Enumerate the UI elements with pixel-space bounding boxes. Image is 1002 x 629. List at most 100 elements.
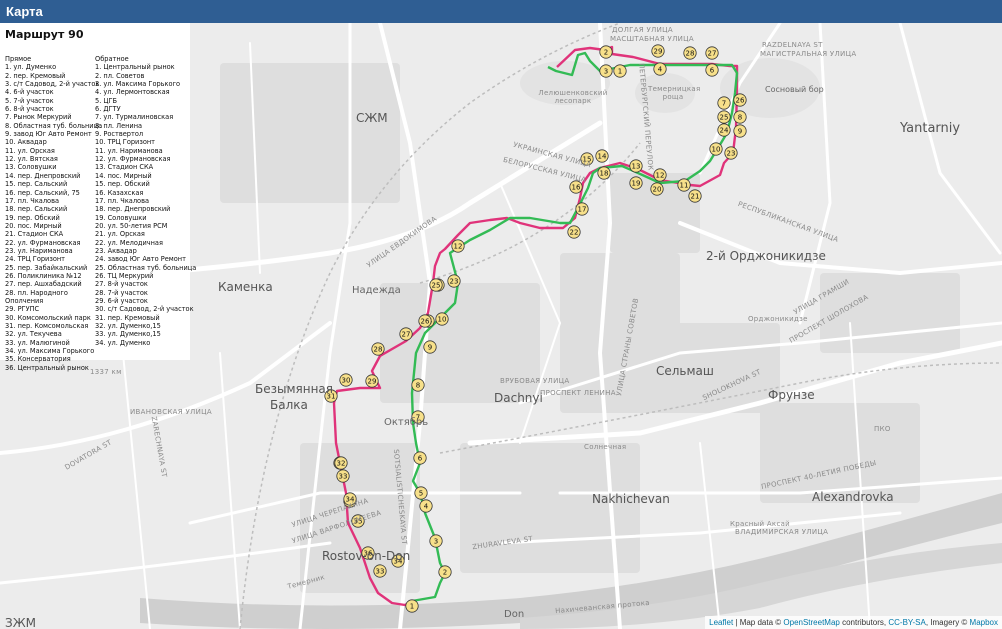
stop-list-item[interactable]: 22. ул. Мелодичная: [95, 239, 196, 247]
stop-marker[interactable]: 11: [677, 178, 691, 192]
stop-list-item[interactable]: 19. пер. Обский: [5, 214, 102, 222]
stop-marker[interactable]: 28: [371, 342, 385, 356]
stop-list-item[interactable]: 21. Стадион СКА: [5, 230, 102, 238]
stop-list-item[interactable]: 29. 6-й участок: [95, 297, 196, 305]
stop-list-item[interactable]: 24. завод Юг Авто Ремонт: [95, 255, 196, 263]
stop-list-item[interactable]: 9. завод Юг Авто Ремонт: [5, 130, 102, 138]
stop-list-item[interactable]: 6. 8-й участок: [5, 105, 102, 113]
ccbysa-link[interactable]: CC-BY-SA: [888, 618, 926, 627]
stop-marker[interactable]: 8: [411, 378, 425, 392]
stop-marker[interactable]: 8: [733, 110, 747, 124]
stop-list-item[interactable]: 8. пл. Ленина: [95, 122, 196, 130]
stop-marker[interactable]: 29: [651, 44, 665, 58]
stop-marker[interactable]: 33: [336, 469, 350, 483]
stop-list-item[interactable]: 14. пос. Мирный: [95, 172, 196, 180]
stop-list-item[interactable]: 27. 8-й участок: [95, 280, 196, 288]
stop-marker[interactable]: 25: [717, 110, 731, 124]
stop-marker[interactable]: 26: [733, 93, 747, 107]
stop-list-item[interactable]: 1. Центральный рынок: [95, 63, 196, 71]
stop-marker[interactable]: 33: [373, 564, 387, 578]
stop-marker[interactable]: 23: [724, 146, 738, 160]
stop-list-item[interactable]: 4. 6-й участок: [5, 88, 102, 96]
stop-list-item[interactable]: 12. ул. Фурмановская: [95, 155, 196, 163]
stop-marker[interactable]: 10: [435, 312, 449, 326]
stop-list-item[interactable]: 24. ТРЦ Горизонт: [5, 255, 102, 263]
stop-list-item[interactable]: 29. РГУПС: [5, 305, 102, 313]
stop-list-item[interactable]: 2. пл. Советов: [95, 72, 196, 80]
stop-list-item[interactable]: 13. Соловушки: [5, 163, 102, 171]
stop-list-item[interactable]: 32. ул. Думенко,15: [95, 322, 196, 330]
stop-marker[interactable]: 2: [438, 565, 452, 579]
stop-marker[interactable]: 19: [629, 176, 643, 190]
stop-marker[interactable]: 6: [705, 63, 719, 77]
stop-marker[interactable]: 3: [429, 534, 443, 548]
stop-list-item[interactable]: 27. пер. Ашхабадский: [5, 280, 102, 288]
stop-marker[interactable]: 17: [575, 202, 589, 216]
stop-marker[interactable]: 9: [733, 124, 747, 138]
stop-list-item[interactable]: 25. Областная туб. больница: [95, 264, 196, 272]
stop-list-item[interactable]: 5. ЦГБ: [95, 97, 196, 105]
stop-list-item[interactable]: 28. пл. Народного: [5, 289, 102, 297]
stop-marker[interactable]: 27: [399, 327, 413, 341]
stop-list-item[interactable]: 3. с/т Садовод, 2-й участок: [5, 80, 102, 88]
stop-marker[interactable]: 23: [447, 274, 461, 288]
stop-marker[interactable]: 2: [599, 45, 613, 59]
stop-marker[interactable]: 26: [418, 314, 432, 328]
stop-list-item[interactable]: 36. Центральный рынок: [5, 364, 102, 372]
stop-list-item[interactable]: 30. с/т Садовод, 2-й участок: [95, 305, 196, 313]
mapbox-link[interactable]: Mapbox: [970, 618, 998, 627]
stop-list-item[interactable]: 7. ул. Турмалиновская: [95, 113, 196, 121]
stop-marker[interactable]: 25: [429, 278, 443, 292]
stop-list-item[interactable]: 23. Аквадар: [95, 247, 196, 255]
stop-marker[interactable]: 4: [653, 62, 667, 76]
stop-marker[interactable]: 1: [405, 599, 419, 613]
stop-list-item[interactable]: 31. пер. Комсомольская: [5, 322, 102, 330]
stop-marker[interactable]: 30: [339, 373, 353, 387]
stop-list-item[interactable]: 33. ул. Думенко,15: [95, 330, 196, 338]
stop-list-item[interactable]: 25. пер. Забайкальский: [5, 264, 102, 272]
stop-marker[interactable]: 3: [599, 64, 613, 78]
stop-list-item[interactable]: 11. ул. Нариманова: [95, 147, 196, 155]
stop-list-item[interactable]: 26. Поликлиника №12: [5, 272, 102, 280]
stop-marker[interactable]: 24: [717, 123, 731, 137]
stop-list-item[interactable]: 6. ДГТУ: [95, 105, 196, 113]
stop-list-item[interactable]: 32. ул. Текучева: [5, 330, 102, 338]
stop-list-item[interactable]: 13. Стадион СКА: [95, 163, 196, 171]
stop-marker[interactable]: 27: [705, 46, 719, 60]
stop-marker[interactable]: 6: [413, 451, 427, 465]
stop-list-item[interactable]: 4. ул. Лермонтовская: [95, 88, 196, 96]
stop-list-item[interactable]: 21. ул. Орская: [95, 230, 196, 238]
stop-marker[interactable]: 7: [717, 96, 731, 110]
stop-list-item[interactable]: 26. ТЦ Меркурий: [95, 272, 196, 280]
stop-list-item[interactable]: 5. 7-й участок: [5, 97, 102, 105]
stop-list-item[interactable]: 12. ул. Вятская: [5, 155, 102, 163]
stop-list-item[interactable]: 10. ТРЦ Горизонт: [95, 138, 196, 146]
stop-list-item[interactable]: 23. ул. Нариманова: [5, 247, 102, 255]
stop-list-item[interactable]: 1. ул. Думенко: [5, 63, 102, 71]
stop-list-item[interactable]: 19. Соловушки: [95, 214, 196, 222]
stop-marker[interactable]: 14: [595, 149, 609, 163]
stop-marker[interactable]: 22: [567, 225, 581, 239]
stop-list-item[interactable]: 17. пл. Чкалова: [95, 197, 196, 205]
stop-marker[interactable]: 28: [683, 46, 697, 60]
stop-marker[interactable]: 12: [653, 168, 667, 182]
stop-marker[interactable]: 4: [419, 499, 433, 513]
stop-list-item[interactable]: 15. пер. Сальский: [5, 180, 102, 188]
stop-list-item[interactable]: 7. Рынок Меркурий: [5, 113, 102, 121]
stop-list-item[interactable]: 33. ул. Малюгиной: [5, 339, 102, 347]
stop-marker[interactable]: 10: [709, 142, 723, 156]
leaflet-link[interactable]: Leaflet: [709, 618, 733, 627]
stop-list-item[interactable]: 16. пер. Сальский, 75: [5, 189, 102, 197]
stop-marker[interactable]: 20: [650, 182, 664, 196]
stop-marker[interactable]: 29: [365, 374, 379, 388]
stop-list-item[interactable]: 15. пер. Обский: [95, 180, 196, 188]
stop-list-item[interactable]: 34. ул. Думенко: [95, 339, 196, 347]
osm-link[interactable]: OpenStreetMap: [783, 618, 839, 627]
stop-list-item[interactable]: 22. ул. Фурмановская: [5, 239, 102, 247]
stop-list-item[interactable]: 8. Областная туб. больница: [5, 122, 102, 130]
stop-list-item[interactable]: 20. ул. 50-летия РСМ: [95, 222, 196, 230]
stop-list-item[interactable]: 9. Роствертол: [95, 130, 196, 138]
stop-list-item[interactable]: 31. пер. Кремовый: [95, 314, 196, 322]
stop-list-item[interactable]: 35. Консерватория: [5, 355, 102, 363]
stop-marker[interactable]: 13: [629, 159, 643, 173]
